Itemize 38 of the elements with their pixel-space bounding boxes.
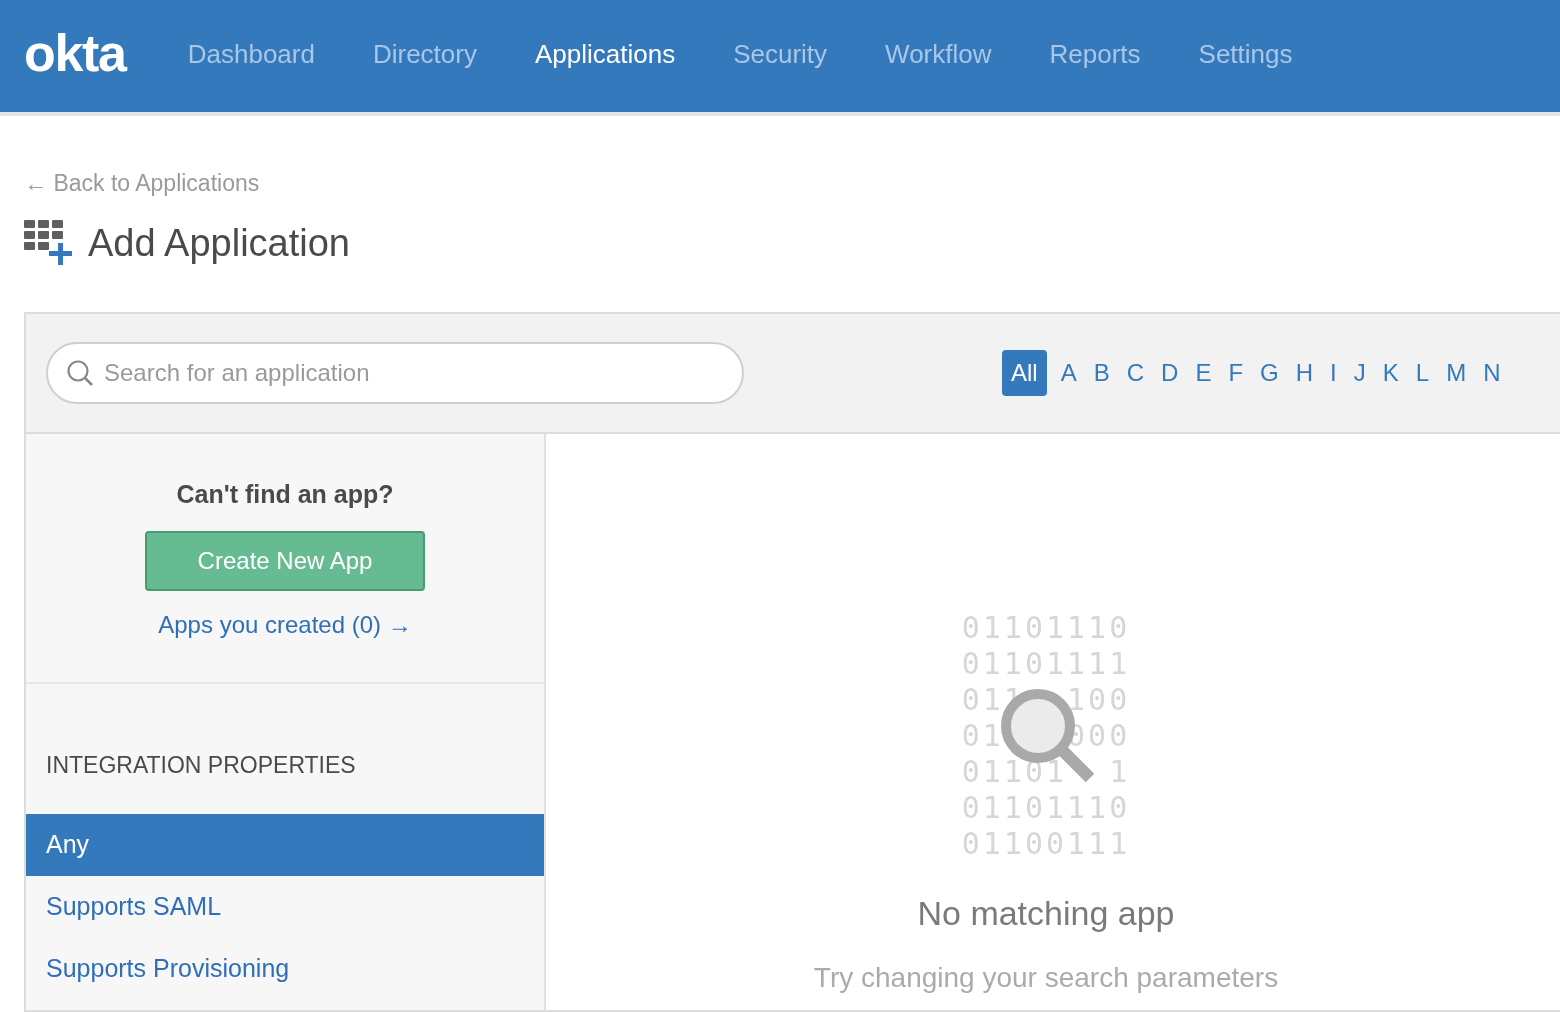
nav-tab[interactable]: Dashboard — [187, 34, 315, 74]
letter-filter[interactable]: M — [1443, 349, 1470, 396]
search-input[interactable]: Search for an application — [104, 354, 724, 391]
letter-filter[interactable]: L — [1412, 349, 1433, 396]
letter-filter[interactable]: G — [1257, 349, 1282, 396]
letter-filter[interactable]: C — [1123, 349, 1148, 396]
letter-filter[interactable]: K — [1379, 349, 1402, 396]
prompt-text: Can't find an app? — [176, 478, 394, 510]
nav-tab[interactable]: Security — [733, 34, 828, 74]
letter-filter[interactable]: B — [1090, 349, 1113, 396]
grid-plus-icon — [24, 220, 72, 266]
letter-filter[interactable]: J — [1350, 349, 1369, 396]
letter-filter[interactable]: N — [1480, 349, 1504, 396]
letter-filter[interactable]: F — [1225, 349, 1247, 396]
nav-tab[interactable]: Applications — [534, 34, 676, 74]
empty-state-message: Try changing your search parameters — [813, 960, 1279, 995]
letter-filter[interactable]: H — [1292, 349, 1317, 396]
create-new-app-button[interactable]: Create New App — [145, 531, 425, 591]
section-title: INTEGRATION PROPERTIES — [46, 750, 357, 780]
nav-tab[interactable]: Workflow — [885, 34, 992, 74]
letter-filter[interactable]: I — [1327, 349, 1340, 396]
letter-filter[interactable]: A — [1057, 349, 1080, 396]
letter-filter[interactable]: All — [1002, 349, 1047, 396]
nav-tab[interactable]: Reports — [1049, 34, 1141, 74]
filter-item[interactable]: Supports SAML — [26, 876, 544, 938]
empty-state-title: No matching app — [917, 892, 1175, 934]
letter-filter[interactable]: E — [1192, 349, 1215, 396]
apps-created-link[interactable]: Apps you created (0) → — [158, 607, 412, 643]
filter-item[interactable]: Any — [26, 814, 544, 876]
filter-item[interactable]: Supports Provisioning — [26, 938, 544, 1000]
letter-filter[interactable]: D — [1158, 349, 1182, 396]
nav-tab[interactable]: Directory — [372, 34, 477, 74]
page-title: Add Application — [88, 220, 350, 266]
nav-tab[interactable]: Settings — [1198, 34, 1293, 74]
logo[interactable]: okta — [24, 27, 126, 79]
search-field[interactable]: Search for an application — [46, 341, 744, 404]
back-link[interactable]: ← Back to Applications — [24, 166, 1560, 201]
search-icon — [66, 358, 94, 387]
